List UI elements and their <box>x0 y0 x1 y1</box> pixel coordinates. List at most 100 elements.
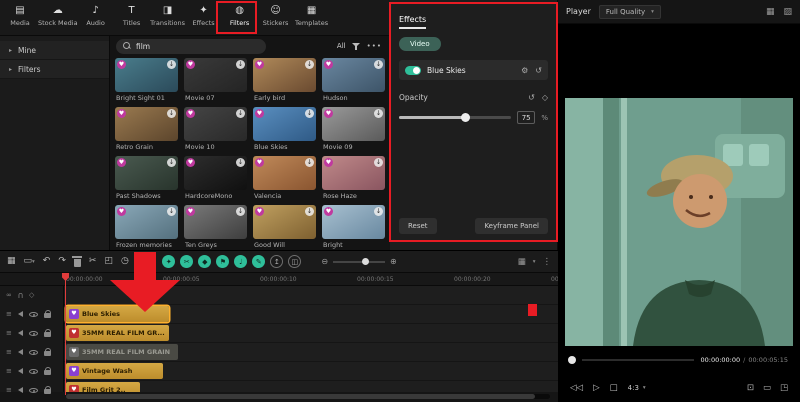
filter-funnel-icon[interactable] <box>352 42 361 51</box>
favorite-icon[interactable]: ♥ <box>324 158 333 167</box>
favorite-icon[interactable]: ♥ <box>186 109 195 118</box>
snapshot-icon[interactable]: ⊡ <box>747 383 754 393</box>
select-tool-icon[interactable]: ▭▾ <box>24 257 35 266</box>
filter-item[interactable]: ♥↓Bright <box>322 205 388 251</box>
favorite-icon[interactable]: ♥ <box>186 207 195 216</box>
link-clips-icon[interactable]: ∞ <box>6 291 12 299</box>
filter-item[interactable]: ♥↓Retro Grain <box>115 107 181 153</box>
mixer-icon[interactable]: ◫ <box>288 255 301 268</box>
filter-item[interactable]: ♥↓Ten Greys <box>184 205 250 251</box>
adjust-settings-icon[interactable]: ⚙ <box>521 66 528 75</box>
filter-item[interactable]: ♥↓Movie 07 <box>184 58 250 104</box>
hide-track-icon[interactable] <box>29 350 38 355</box>
video-preview[interactable] <box>565 98 793 346</box>
lock-track-icon[interactable] <box>44 351 51 356</box>
favorite-icon[interactable]: ♥ <box>117 207 126 216</box>
filter-item[interactable]: ♥↓Blue Skies <box>253 107 319 153</box>
filter-item[interactable]: ♥↓Bright Sight 01 <box>115 58 181 104</box>
track-options-icon[interactable]: ≡ <box>6 386 12 394</box>
download-icon[interactable]: ↓ <box>374 60 383 69</box>
all-filter-label[interactable]: All <box>337 42 346 50</box>
download-icon[interactable]: ↓ <box>167 60 176 69</box>
timeline-clip-blue-skies[interactable]: ♥ Blue Skies <box>66 306 169 322</box>
undo-icon[interactable]: ↶ <box>43 257 51 266</box>
effect-enable-toggle[interactable] <box>405 66 421 75</box>
filter-item[interactable]: ♥↓Rose Haze <box>322 156 388 202</box>
favorite-icon[interactable]: ♥ <box>117 109 126 118</box>
favorite-icon[interactable]: ♥ <box>255 158 264 167</box>
mute-icon[interactable] <box>18 387 23 393</box>
download-icon[interactable]: ↓ <box>305 158 314 167</box>
marker-icon[interactable]: ⚑ <box>216 255 229 268</box>
timeline-clip-vintage-wash[interactable]: ♥ Vintage Wash <box>66 363 163 379</box>
filter-item[interactable]: ♥↓Valencia <box>253 156 319 202</box>
slider-handle[interactable] <box>461 113 470 122</box>
keyframe-panel-button[interactable]: Keyframe Panel <box>475 218 548 234</box>
sidebar-item-filters[interactable]: ▸Filters <box>0 60 109 79</box>
filter-item[interactable]: ♥↓Past Shadows <box>115 156 181 202</box>
favorite-icon[interactable]: ♥ <box>117 158 126 167</box>
split-clip-icon[interactable]: ✂ <box>180 255 193 268</box>
tab-stock-media[interactable]: ☁Stock Media <box>38 0 78 35</box>
favorite-icon[interactable]: ♥ <box>324 207 333 216</box>
zoom-in-icon[interactable]: ⊕ <box>390 257 397 266</box>
fit-timeline-icon[interactable]: ▦ <box>518 257 526 267</box>
track-lane[interactable]: ♥ 35MM REAL FILM GRAIN <box>64 343 558 361</box>
track-lane[interactable]: ♥ Vintage Wash <box>64 362 558 380</box>
filter-item[interactable]: ♥↓Hudson <box>322 58 388 104</box>
download-icon[interactable]: ↓ <box>374 158 383 167</box>
mute-icon[interactable] <box>18 349 23 355</box>
download-icon[interactable]: ↓ <box>236 158 245 167</box>
fullscreen-icon[interactable]: ◳ <box>780 383 788 393</box>
download-icon[interactable]: ↓ <box>167 158 176 167</box>
lock-track-icon[interactable] <box>44 313 51 318</box>
split-view-icon[interactable]: ▦ <box>766 7 775 17</box>
reset-button[interactable]: Reset <box>399 218 437 234</box>
playhead[interactable] <box>65 273 66 395</box>
hide-track-icon[interactable] <box>29 388 38 393</box>
hide-track-icon[interactable] <box>29 312 38 317</box>
filter-item[interactable]: ♥↓HardcoreMono <box>184 156 250 202</box>
effect-row[interactable]: Blue Skies ⚙ ↺ <box>399 60 548 80</box>
tab-stickers[interactable]: ☺Stickers <box>258 0 294 35</box>
track-lane[interactable] <box>64 286 558 304</box>
progress-handle[interactable] <box>568 356 576 364</box>
progress-track[interactable] <box>582 359 694 361</box>
track-options-icon[interactable]: ≡ <box>6 329 12 337</box>
favorite-icon[interactable]: ♥ <box>255 109 264 118</box>
reset-opacity-icon[interactable]: ↺ <box>528 93 535 102</box>
filter-item[interactable]: ♥↓Movie 10 <box>184 107 250 153</box>
download-icon[interactable]: ↓ <box>305 207 314 216</box>
favorite-icon[interactable]: ♥ <box>186 60 195 69</box>
download-icon[interactable]: ↓ <box>236 109 245 118</box>
timeline-clip-35mm-disabled[interactable]: ♥ 35MM REAL FILM GRAIN <box>66 344 178 360</box>
render-preview-icon[interactable]: ✦ <box>162 255 175 268</box>
split-icon[interactable]: ✂ <box>89 257 97 266</box>
aspect-ratio-dropdown[interactable]: 4:3▾ <box>628 384 646 392</box>
tab-transitions[interactable]: ◨Transitions <box>150 0 186 35</box>
opacity-value[interactable]: 75 <box>517 111 535 124</box>
delete-icon[interactable] <box>74 259 81 267</box>
lock-track-icon[interactable] <box>44 332 51 337</box>
lock-track-icon[interactable] <box>44 389 51 394</box>
quality-dropdown[interactable]: Full Quality▾ <box>599 5 661 19</box>
download-icon[interactable]: ↓ <box>236 207 245 216</box>
mute-icon[interactable] <box>18 368 23 374</box>
mute-icon[interactable] <box>18 311 23 317</box>
track-options-icon[interactable]: ≡ <box>6 310 12 318</box>
track-lane[interactable]: ♥ 35MM REAL FILM GR... <box>64 324 558 342</box>
media-view-icon[interactable]: ▦ <box>7 257 16 266</box>
keyframe-diamond-icon[interactable]: ◇ <box>542 93 548 102</box>
edit-tool-icon[interactable]: ✎ <box>252 255 265 268</box>
keyframe-global-icon[interactable]: ◇ <box>29 291 34 299</box>
tab-media[interactable]: ▤Media <box>2 0 38 35</box>
redo-icon[interactable]: ↷ <box>58 257 66 266</box>
track-lane[interactable]: ♥ Film Grit 2.. <box>64 381 558 392</box>
more-tools-icon[interactable]: » <box>137 257 143 266</box>
track-lane[interactable]: ♥ Blue Skies <box>64 305 558 323</box>
hide-track-icon[interactable] <box>29 369 38 374</box>
favorite-icon[interactable]: ♥ <box>117 60 126 69</box>
filter-item[interactable]: ♥↓Frozen memories <box>115 205 181 251</box>
lock-track-icon[interactable] <box>44 370 51 375</box>
filter-item[interactable]: ♥↓Early bird <box>253 58 319 104</box>
